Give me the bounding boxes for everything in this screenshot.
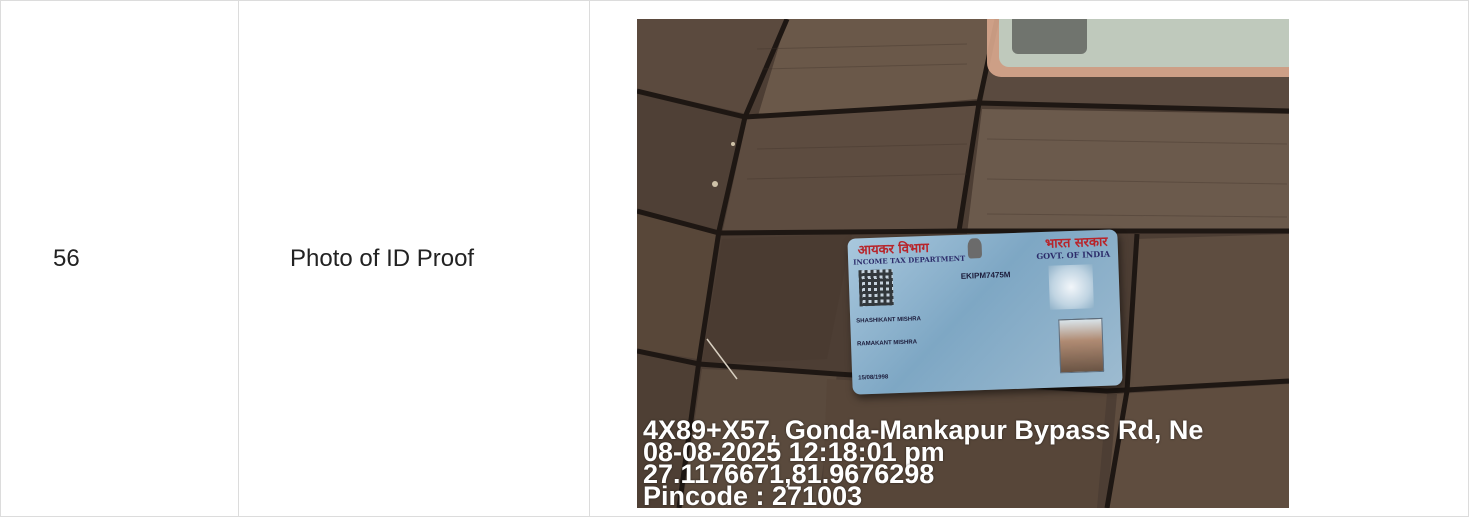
qr-code-icon (858, 269, 894, 307)
emblem-icon (967, 238, 983, 259)
card-dob: 15/08/1998 (858, 374, 889, 382)
row-label: Photo of ID Proof (290, 244, 475, 272)
row-photo-cell: आयकर विभाग भारत सरकार INCOME TAX DEPARTM… (589, 0, 1469, 517)
card-holder-photo (1058, 317, 1105, 374)
card-pan-number: EKIPM7475M (960, 270, 1011, 281)
card-holder-name: SHASHIKANT MISHRA (856, 316, 921, 325)
card-govt-english: GOVT. OF INDIA (1036, 248, 1111, 262)
pan-card: आयकर विभाग भारत सरकार INCOME TAX DEPARTM… (847, 229, 1123, 395)
table-row: 56 Photo of ID Proof आयकर विभाग भारत सरक… (0, 0, 1469, 517)
document-row-table: 56 Photo of ID Proof आयकर विभाग भारत सरक… (0, 0, 1469, 517)
hologram-icon (1048, 264, 1094, 310)
row-number-cell: 56 (0, 0, 239, 517)
id-proof-photo[interactable]: आयकर विभाग भारत सरकार INCOME TAX DEPARTM… (637, 19, 1289, 508)
stamp-pincode: Pincode : 271003 (643, 481, 863, 509)
row-label-cell: Photo of ID Proof (238, 0, 590, 517)
row-number: 56 (53, 244, 80, 272)
geo-stamp: 4X89+X57, Gonda-Mankapur Bypass Rd, Ne 0… (643, 417, 1289, 509)
card-father-name: RAMAKANT MISHRA (856, 339, 918, 348)
